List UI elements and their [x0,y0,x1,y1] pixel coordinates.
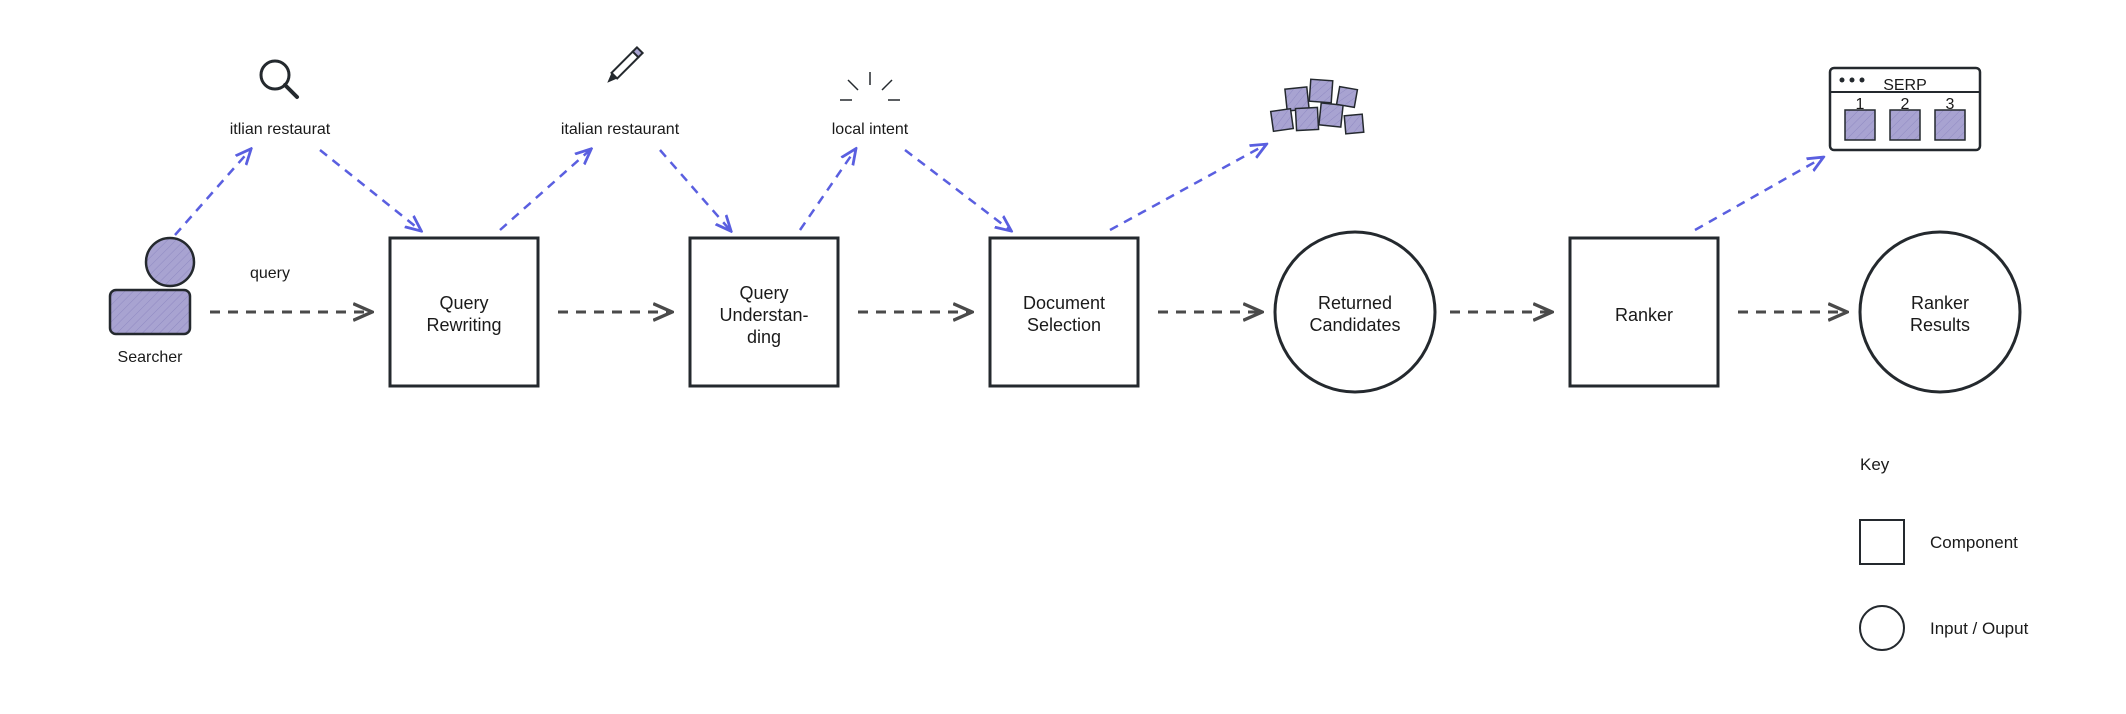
legend-io: Input / Ouput [1930,619,2029,638]
searcher-icon [110,238,194,334]
magnifier-icon [261,61,297,97]
svg-text:Query: Query [739,283,788,303]
annotation-corrected: italian restaurant [561,121,680,138]
node-ranker: Ranker [1570,238,1718,386]
query-label: query [250,265,290,282]
serp-window-icon: SERP 1 2 3 [1830,68,1980,150]
svg-text:Understan-: Understan- [719,305,808,325]
svg-text:Document: Document [1023,293,1105,313]
node-ranker-results: Ranker Results [1860,232,2020,392]
serp-num-2: 2 [1901,96,1910,113]
annotation-intent: local intent [832,121,909,138]
node-document-selection: Document Selection [990,238,1138,386]
serp-label: SERP [1883,77,1927,94]
svg-text:Rewriting: Rewriting [426,315,501,335]
node-returned-candidates: Returned Candidates [1275,232,1435,392]
svg-text:Ranker: Ranker [1911,293,1969,313]
node-query-rewriting: Query Rewriting [390,238,538,386]
svg-text:ding: ding [747,327,781,347]
documents-cluster-icon [1271,79,1364,133]
svg-text:Results: Results [1910,315,1970,335]
searcher-label: Searcher [118,349,184,366]
svg-text:Returned: Returned [1318,293,1392,313]
serp-num-1: 1 [1856,96,1865,113]
annotation-typo: itlian restaurat [230,121,331,138]
legend: Key Component Input / Ouput [1860,455,2029,650]
svg-text:Selection: Selection [1027,315,1101,335]
flow-arrows-annotations [175,145,1822,235]
svg-text:Candidates: Candidates [1309,315,1400,335]
node-query-understanding: Query Understan- ding [690,238,838,386]
legend-title: Key [1860,455,1890,474]
pencil-icon [604,47,642,85]
serp-num-3: 3 [1946,96,1955,113]
svg-text:Query: Query [439,293,488,313]
sparkle-icon [840,72,900,100]
svg-text:Ranker: Ranker [1615,305,1673,325]
legend-component: Component [1930,533,2018,552]
